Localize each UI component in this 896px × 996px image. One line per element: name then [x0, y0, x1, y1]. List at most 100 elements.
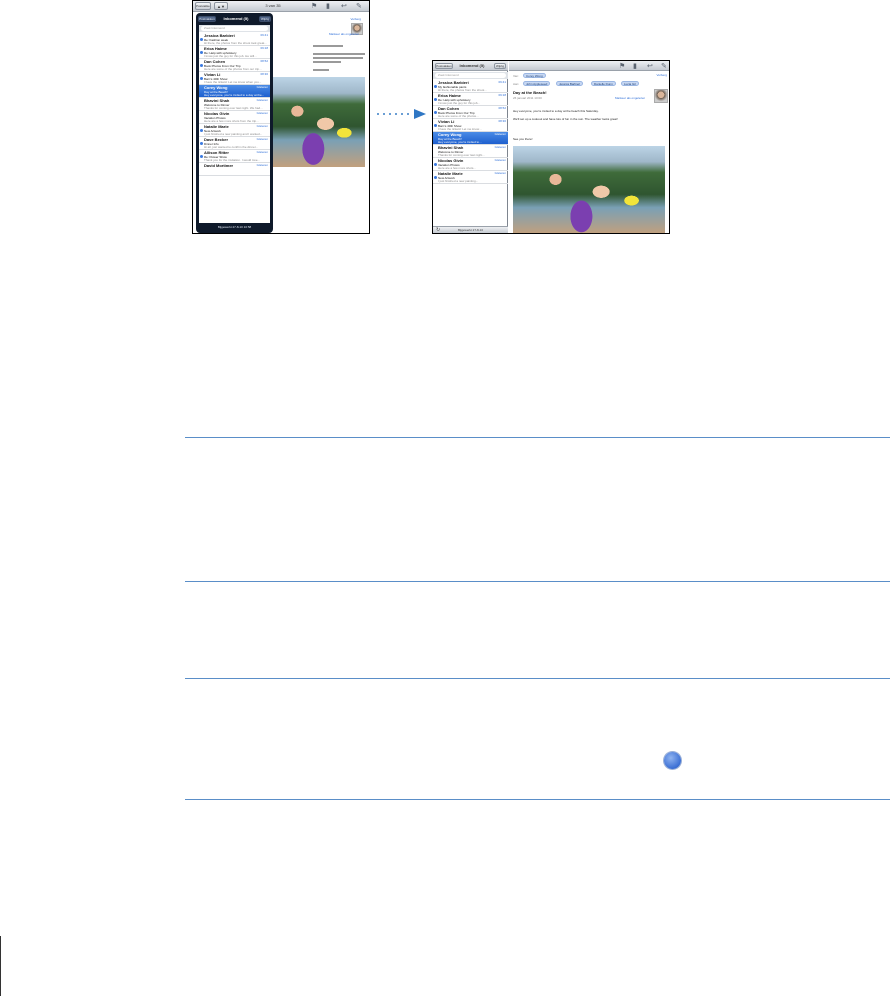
unread-dot-icon — [434, 176, 437, 179]
mailbox-sidebar: Postvakken Inkomend (5) Wijzig Zoek Inko… — [433, 61, 508, 233]
message-date: Gisteren — [494, 158, 506, 162]
message-preview: Here are some of the photos from our tri… — [204, 68, 262, 71]
sidebar-updated-status: Bijgewerkt 27-8-10 — [457, 228, 483, 232]
sidebar-mailboxes-button[interactable]: Postvakken — [435, 63, 453, 69]
sidebar-footer: ↻ Bijgewerkt 27-8-10 — [433, 226, 508, 233]
unread-dot-icon — [200, 129, 203, 132]
table-rule — [185, 437, 890, 438]
body-line: We'll set up a cookout and have lots of … — [513, 117, 618, 121]
message-preview: Here are a few more shots from the trip.… — [204, 120, 259, 123]
transition-arrow-icon — [377, 109, 426, 119]
sidebar-search-input[interactable]: Zoek Inkomend — [435, 73, 506, 78]
list-item[interactable]: Dan Cohen 08:52 Book Photos From Our Trip H… — [433, 106, 508, 119]
message-subject: Day at the Beach! — [513, 90, 547, 95]
mailboxes-button[interactable]: Postvakken — [195, 2, 211, 10]
from-chip[interactable]: Corey Wong — [523, 73, 546, 78]
reply-icon[interactable]: ↩ — [647, 63, 653, 70]
message-date: 08:30 — [498, 119, 506, 123]
list-item[interactable]: Nicolas Givin Gisteren Vacation Photos Here… — [199, 111, 270, 124]
message-date: Gisteren — [256, 111, 268, 115]
list-item[interactable]: Corey Wong Gisteren Day at the Beach! Hey e… — [433, 132, 508, 145]
hide-link[interactable]: Verberg — [350, 17, 361, 22]
message-preview: Thanks for coming over last night... — [438, 154, 485, 157]
popover-mailboxes-button[interactable]: Postvakken — [198, 16, 216, 22]
unread-dot-icon — [434, 85, 437, 88]
flag-icon[interactable]: ⚑ — [311, 3, 317, 10]
message-toolbar: ⚑ ▮ ↩ ✎ — [509, 61, 669, 71]
sidebar-message-list: Zoek Inkomend Jessica Barbieri 09:41 My fa… — [433, 72, 508, 227]
message-preview: Here are a few more shots... — [438, 167, 476, 170]
mark-unread-link[interactable]: Markeer als ongelezen — [615, 96, 645, 101]
search-input[interactable]: Zoek Inkomend — [201, 26, 268, 31]
message-date: Gisteren — [256, 163, 268, 167]
to-chip[interactable]: John Appleseed — [523, 81, 551, 86]
hide-link[interactable]: Verberg — [656, 73, 667, 78]
message-date: Gisteren — [256, 98, 268, 102]
reply-icon[interactable]: ↩ — [341, 3, 347, 10]
list-item[interactable]: Erica Haime 09:18 Re: Help with upholstery… — [199, 46, 270, 59]
popover-footer: Bijgewerkt 27-8-10 10:58 — [198, 225, 271, 231]
list-item[interactable]: Dave Becker Gisteren Dinner Info Hi all, ju… — [199, 137, 270, 150]
list-item[interactable]: Bhavini Shah Gisteren Welcome to Dinner Tha… — [433, 145, 508, 158]
message-preview: Hi there, the photos from the shoot... — [438, 89, 487, 92]
page-edge-bar — [0, 936, 1, 996]
list-item[interactable]: Allison Ritter Gisteren Re: Flower Show Tha… — [199, 150, 270, 163]
unread-dot-icon — [200, 155, 203, 158]
sidebar-header: Postvakken Inkomend (5) Wijzig — [433, 61, 508, 71]
list-item[interactable]: Corey Wong Gisteren Day at the Beach! Hey e… — [199, 85, 270, 98]
list-item[interactable]: Bhavini Shah Gisteren Welcome to Dinner Tha… — [199, 98, 270, 111]
compose-icon[interactable]: ✎ — [661, 63, 667, 70]
list-item[interactable]: Dan Cohen 08:52 Book Photos From Our Trip H… — [199, 59, 270, 72]
ipad-landscape-screenshot: Postvakken Inkomend (5) Wijzig Zoek Inko… — [432, 60, 670, 234]
popover-edit-button[interactable]: Wijzig — [259, 16, 271, 22]
flag-icon[interactable]: ⚑ — [619, 63, 625, 70]
message-date: Gisteren — [256, 124, 268, 128]
to-label: Aan: — [513, 82, 520, 86]
message-preview: Thank you for the invitation. I would lo… — [204, 159, 261, 162]
trash-icon[interactable]: ▮ — [633, 63, 637, 70]
portrait-toolbar: Postvakken ▲▼ 3 van 35 ⚑ ▮ ↩ ✎ — [193, 1, 369, 12]
list-item[interactable]: Jessica Barbieri 09:41 My fashionable pant… — [433, 80, 508, 93]
message-date: Gisteren — [494, 171, 506, 175]
trash-icon[interactable]: ▮ — [326, 3, 330, 10]
mark-unread-link[interactable]: Markeer als ongelezen — [329, 32, 359, 37]
list-item[interactable]: Jessica Barbieri 09:41 Re: Fashion week Hi … — [199, 33, 270, 46]
blue-button-icon — [664, 752, 681, 769]
text-line — [313, 61, 341, 63]
message-date: Gisteren — [256, 85, 268, 89]
unread-dot-icon — [200, 38, 203, 41]
to-chip[interactable]: Jessica Barbieri — [556, 81, 584, 86]
list-item[interactable]: Vivian Li 08:30 Barn's 40th Show I have the… — [199, 72, 270, 85]
message-preview: I know just the guy for this job... — [438, 102, 481, 105]
message-date: Gisteren — [256, 137, 268, 141]
list-item[interactable]: David Mortimer Gisteren — [199, 163, 270, 176]
to-chip[interactable]: Lucia Gil — [621, 81, 639, 86]
search-bar: Zoek Inkomend — [199, 25, 270, 32]
table-rule — [185, 799, 890, 800]
unread-dot-icon — [434, 163, 437, 166]
list-item[interactable]: Vivian Li 08:30 Barn's 40th Show I have the… — [433, 119, 508, 132]
compose-icon[interactable]: ✎ — [356, 3, 362, 10]
list-item[interactable]: Nicolas Givin Gisteren Vacation Photos Here… — [433, 158, 508, 171]
refresh-icon[interactable]: ↻ — [436, 227, 440, 233]
table-rule — [185, 581, 890, 582]
ipad-portrait-screenshot: Postvakken ▲▼ 3 van 35 ⚑ ▮ ↩ ✎ Verberg M… — [192, 0, 370, 234]
list-item[interactable]: Erica Haime 09:18 Re: Help with upholstery… — [433, 93, 508, 106]
popover-title: Inkomend (5) — [223, 16, 249, 21]
text-line — [313, 69, 329, 71]
message-preview: I know just the guy for this job. He wil… — [204, 55, 257, 58]
page-counter: 3 van 35 — [265, 3, 281, 8]
body-line: Hey everyone, you're invited to a day at… — [513, 109, 599, 113]
updated-status: Bijgewerkt 27-8-10 10:58 — [217, 225, 252, 229]
message-preview: Hi all, just wanted to confirm the dinne… — [204, 146, 259, 149]
list-item[interactable]: Natalie Marie Gisteren New Artwork I just f… — [433, 171, 508, 184]
message-preview: Hi there, the photos from the shoot look… — [204, 42, 267, 45]
unread-dot-icon — [200, 51, 203, 54]
sidebar-edit-button[interactable]: Wijzig — [494, 63, 506, 69]
text-line — [313, 45, 343, 47]
prev-next-arrows[interactable]: ▲▼ — [214, 2, 228, 10]
list-item[interactable]: Natalie Marie Gisteren New Artwork I just f… — [199, 124, 270, 137]
to-chip[interactable]: Danielle Dunn — [591, 81, 616, 86]
mailboxes-button-label: Postvakken — [196, 4, 210, 8]
message-date: 09:41 — [260, 33, 268, 37]
